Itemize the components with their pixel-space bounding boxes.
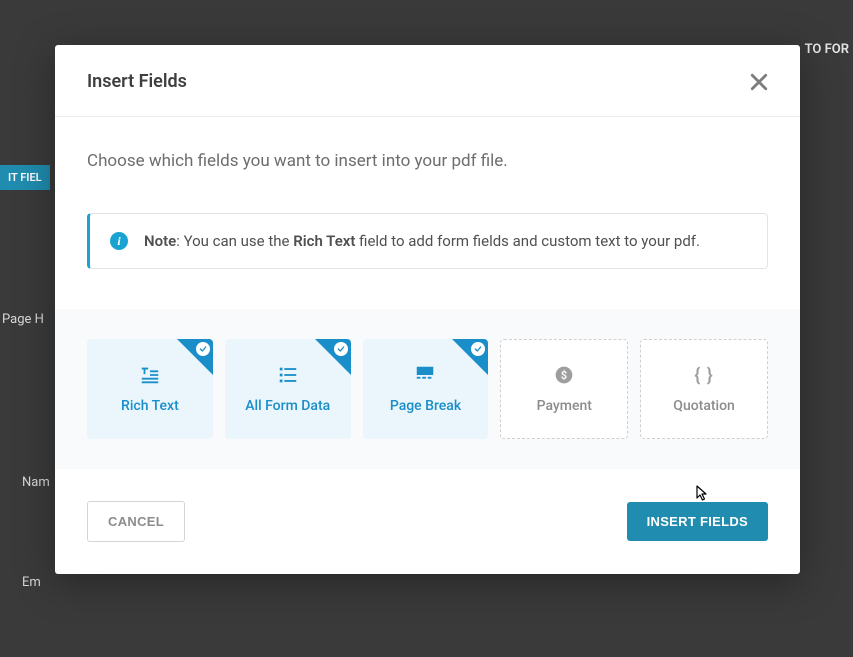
check-icon <box>334 342 348 356</box>
page-break-icon <box>414 364 436 386</box>
field-card-rich-text[interactable]: Rich Text <box>87 339 213 439</box>
field-label: Page Break <box>390 398 461 414</box>
modal-title: Insert Fields <box>87 71 187 92</box>
close-icon[interactable] <box>750 73 768 91</box>
rich-text-icon <box>139 364 161 386</box>
note-box: i Note: You can use the Rich Text field … <box>87 213 768 269</box>
cancel-button[interactable]: CANCEL <box>87 501 185 542</box>
fields-strip: Rich Text All Form Data <box>55 309 800 469</box>
field-card-page-break[interactable]: Page Break <box>363 339 489 439</box>
info-icon: i <box>110 232 128 250</box>
svg-text:$: $ <box>561 369 567 382</box>
field-label: Quotation <box>673 398 735 414</box>
field-card-quotation[interactable]: { } Quotation <box>640 339 768 439</box>
field-card-payment[interactable]: $ Payment <box>500 339 628 439</box>
field-label: Payment <box>537 398 592 414</box>
bg-email: Em <box>22 575 41 590</box>
modal-footer: CANCEL INSERT FIELDS <box>55 469 800 574</box>
bg-page-h: Page H <box>2 312 44 327</box>
bg-top-right: TO FOR <box>805 42 849 57</box>
dollar-icon: $ <box>553 364 575 386</box>
instruction-text: Choose which fields you want to insert i… <box>87 151 768 171</box>
list-icon <box>277 364 299 386</box>
field-label: All Form Data <box>245 398 330 414</box>
insert-fields-button[interactable]: INSERT FIELDS <box>627 502 768 541</box>
modal-header: Insert Fields <box>55 45 800 117</box>
bg-name: Nam <box>22 475 50 490</box>
field-card-all-form-data[interactable]: All Form Data <box>225 339 351 439</box>
field-label: Rich Text <box>121 398 179 414</box>
braces-icon: { } <box>693 364 715 386</box>
bg-pill: IT FIEL <box>0 165 50 190</box>
note-text: Note: You can use the Rich Text field to… <box>144 232 700 250</box>
insert-fields-modal: Insert Fields Choose which fields you wa… <box>55 45 800 574</box>
modal-body: Choose which fields you want to insert i… <box>55 117 800 469</box>
check-icon <box>196 342 210 356</box>
